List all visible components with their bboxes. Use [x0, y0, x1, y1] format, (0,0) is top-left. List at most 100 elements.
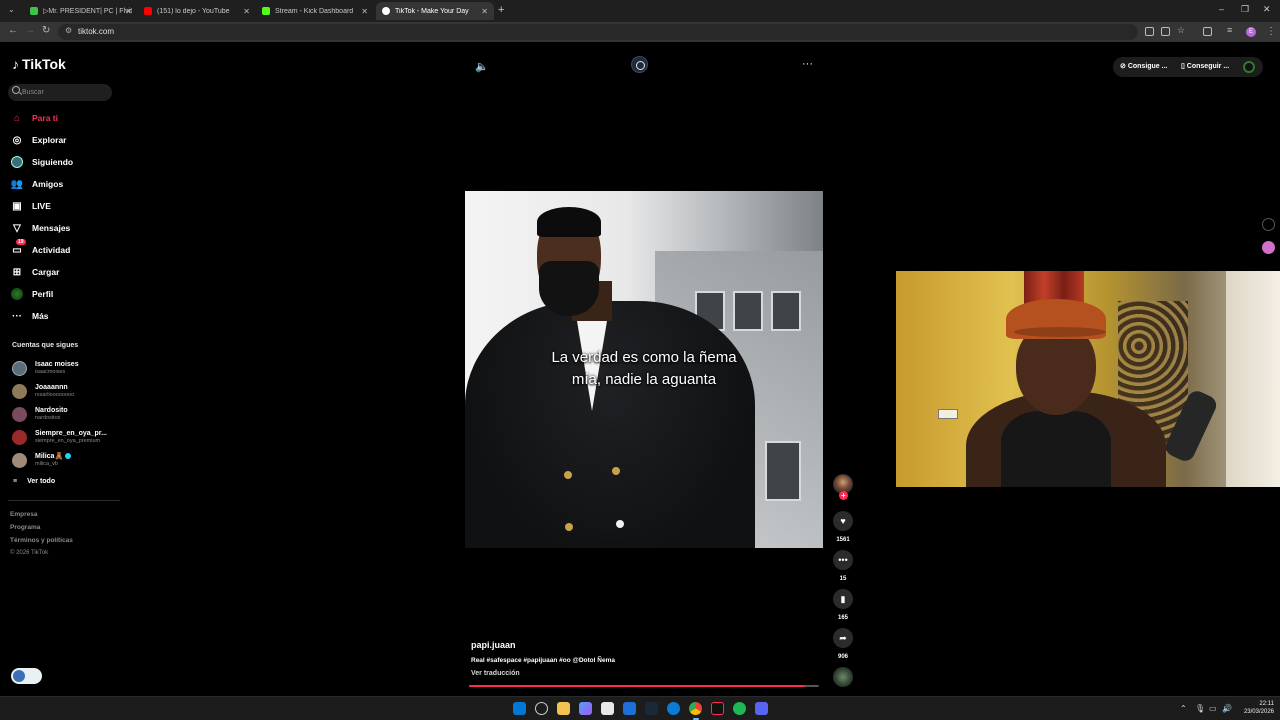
account-name: Joaaannn: [35, 383, 68, 391]
translate-icon[interactable]: [1145, 27, 1154, 36]
close-tab-icon[interactable]: ✕: [481, 7, 488, 16]
start-icon[interactable]: [513, 702, 526, 715]
chrome-taskbar-icon[interactable]: [689, 702, 702, 715]
browser-tab-3[interactable]: TikTok - Make Your Day ✕: [376, 2, 494, 20]
browser-tab-1[interactable]: (151) lo dejo - YouTube ✕: [138, 2, 256, 20]
discord-icon[interactable]: [755, 702, 768, 715]
follow-plus-icon[interactable]: +: [839, 491, 848, 500]
tab-search-icon[interactable]: ⌄: [8, 5, 15, 14]
floating-extension-icon[interactable]: [1262, 241, 1275, 254]
search-input[interactable]: [22, 86, 108, 99]
system-clock[interactable]: 22:11 23/03/2026: [1234, 700, 1274, 716]
nav-item-cargar[interactable]: ⊞ Cargar: [11, 264, 60, 280]
steam-overlay-icon[interactable]: [631, 56, 648, 73]
get-app-button[interactable]: ▯ Conseguir ...: [1181, 62, 1229, 70]
nav-item-amigos[interactable]: 👥 Amigos: [11, 176, 63, 192]
microphone-icon[interactable]: 🎙: [1195, 704, 1205, 713]
volume-tray-icon[interactable]: 🔊: [1222, 704, 1232, 713]
copilot-icon[interactable]: [579, 702, 592, 715]
user-avatar[interactable]: [1243, 61, 1255, 73]
nav-item-mas[interactable]: ··· Más: [11, 308, 49, 324]
search-box[interactable]: [8, 84, 112, 101]
site-info-icon[interactable]: ⚙: [65, 26, 72, 35]
forward-icon[interactable]: →: [25, 25, 35, 36]
following-account[interactable]: Isaac moises isaacmoises: [12, 359, 79, 377]
close-tab-icon[interactable]: ✕: [243, 7, 250, 16]
footer-link-terminos[interactable]: Términos y políticas: [10, 537, 73, 544]
tiktok-logo[interactable]: ♪ TikTok: [12, 56, 66, 72]
address-bar[interactable]: ⚙ tiktok.com: [58, 24, 1138, 40]
like-button[interactable]: ♥: [833, 511, 853, 531]
nav-item-live[interactable]: ▣ LIVE: [11, 198, 51, 214]
footer-link-empresa[interactable]: Empresa: [10, 511, 37, 518]
cast-icon[interactable]: [1161, 27, 1170, 36]
new-tab-button[interactable]: +: [498, 4, 504, 16]
nav-item-actividad[interactable]: ▭ 19 Actividad: [11, 239, 71, 258]
video-author[interactable]: papi.juaan: [471, 640, 516, 650]
account-username: isaacmoises: [35, 368, 66, 375]
avatar: [12, 406, 27, 422]
share-button[interactable]: ➦: [833, 628, 853, 648]
browser-tab-0[interactable]: ▷Mr. PRESIDENT| PC | FlviGam ✕: [24, 2, 138, 20]
browser-tab-2[interactable]: Stream - Kick Dashboard ✕: [256, 2, 374, 20]
comment-button[interactable]: •••: [833, 550, 853, 570]
footer-link-programa[interactable]: Programa: [10, 524, 40, 531]
nav-item-para-ti[interactable]: ⌂ Para ti: [11, 110, 58, 126]
translate-link[interactable]: Ver traducción: [471, 670, 520, 677]
nav-item-mensajes[interactable]: ▽ Mensajes: [11, 220, 70, 236]
account-username: milica_vb: [35, 460, 58, 467]
url-text[interactable]: tiktok.com: [78, 27, 114, 36]
network-icon[interactable]: ▭: [1209, 704, 1217, 713]
search-taskbar-icon[interactable]: [535, 702, 548, 715]
logo-text: TikTok: [22, 56, 66, 72]
extensions-icon[interactable]: [1203, 27, 1212, 36]
following-account[interactable]: Joaaannn rxsarlioooooooo: [12, 382, 74, 400]
following-section-title: Cuentas que sigues: [12, 342, 79, 349]
edge-icon[interactable]: [667, 702, 680, 715]
floating-grid-icon[interactable]: [1262, 218, 1275, 231]
close-tab-icon[interactable]: ✕: [361, 7, 368, 16]
close-tab-icon[interactable]: ✕: [125, 7, 132, 16]
nav-item-explorar[interactable]: ◎ Explorar: [11, 132, 67, 148]
chrome-menu-icon[interactable]: ⋮: [1266, 26, 1276, 37]
close-window-icon[interactable]: ✕: [1263, 4, 1271, 15]
following-account[interactable]: Milica🧸 milica_vb: [12, 451, 72, 469]
nav-label: Actividad: [32, 245, 71, 255]
friends-icon: 👥: [10, 178, 24, 190]
nav-item-siguiendo[interactable]: Siguiendo: [11, 154, 73, 170]
video-subject-hair: [537, 207, 601, 237]
get-app-toggle[interactable]: [11, 668, 42, 684]
tab-favicon: [30, 7, 38, 15]
more-options-icon[interactable]: ···: [802, 58, 813, 70]
spotify-icon[interactable]: [733, 702, 746, 715]
profile-avatar[interactable]: E: [1246, 27, 1256, 37]
store-icon[interactable]: [601, 702, 614, 715]
file-explorer-icon[interactable]: [557, 702, 570, 715]
side-panel-icon[interactable]: ≡: [1227, 25, 1236, 35]
following-account[interactable]: Siempre_en_oya_pr... siempre_en_oya_prem…: [12, 428, 107, 446]
restore-icon[interactable]: ❐: [1241, 4, 1249, 15]
video-progress-bar[interactable]: [469, 685, 819, 687]
windows-taskbar: ⌃ 🎙 ▭ 🔊 22:11 23/03/2026: [0, 696, 1280, 720]
following-account[interactable]: Nardosito nardositos: [12, 405, 68, 423]
video-player[interactable]: La verdad es como la ñema mía, nadie la …: [465, 191, 823, 548]
see-all-link[interactable]: ≡ Ver todo: [13, 478, 55, 485]
steam-taskbar-icon[interactable]: [645, 702, 658, 715]
caption-line: La verdad es como la ñema: [551, 349, 737, 366]
minimize-icon[interactable]: –: [1219, 4, 1224, 14]
list-icon: ≡: [13, 478, 18, 485]
get-coins-button[interactable]: ⊘ Consigue ...: [1120, 62, 1167, 70]
tray-overflow-icon[interactable]: ⌃: [1180, 704, 1187, 713]
tab-title: TikTok - Make Your Day: [395, 7, 469, 15]
bookmark-icon: ▮: [840, 593, 846, 604]
bookmark-star-icon[interactable]: ☆: [1177, 25, 1186, 35]
reload-icon[interactable]: ↻: [42, 25, 50, 36]
account-name: Isaac moises: [35, 360, 79, 368]
tiktok-taskbar-icon[interactable]: [711, 702, 724, 715]
volume-icon[interactable]: 🔈: [475, 60, 489, 73]
nav-item-perfil[interactable]: Perfil: [11, 286, 53, 302]
back-icon[interactable]: ←: [8, 25, 18, 36]
music-disc-icon[interactable]: [833, 667, 853, 687]
mail-icon[interactable]: [623, 702, 636, 715]
save-button[interactable]: ▮: [833, 589, 853, 609]
